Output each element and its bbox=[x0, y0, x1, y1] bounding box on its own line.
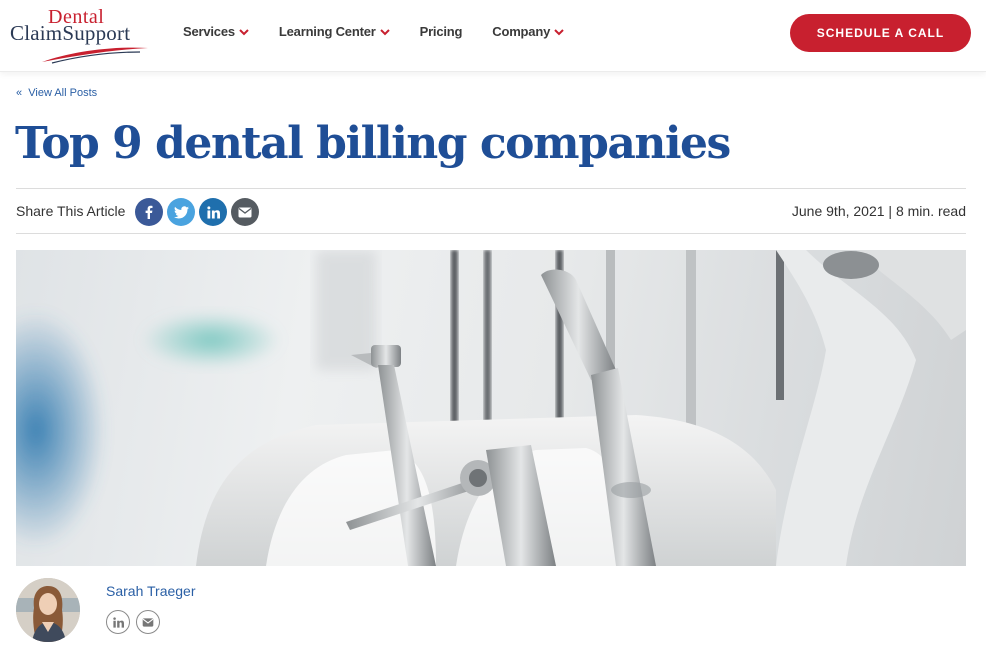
share-icons bbox=[135, 198, 259, 226]
share-label: Share This Article bbox=[16, 203, 126, 219]
back-link-label: View All Posts bbox=[28, 87, 98, 99]
email-icon[interactable] bbox=[231, 198, 259, 226]
view-all-posts-link[interactable]: « View All Posts bbox=[16, 87, 97, 99]
logo-swoosh-icon bbox=[42, 47, 148, 64]
dental-instruments-image bbox=[16, 250, 966, 566]
linkedin-icon[interactable] bbox=[106, 610, 130, 634]
nav-item-label: Services bbox=[183, 24, 235, 39]
read-time: 8 min. read bbox=[895, 203, 966, 219]
hero-image bbox=[16, 250, 966, 566]
logo-main-text: ClaimSupport bbox=[10, 21, 131, 45]
nav-item-label: Pricing bbox=[419, 24, 463, 39]
chevron-down-icon bbox=[554, 28, 564, 35]
meta-separator: | bbox=[888, 203, 896, 219]
author-social-icons bbox=[106, 610, 160, 634]
facebook-icon[interactable] bbox=[135, 198, 163, 226]
author-avatar bbox=[16, 578, 80, 642]
nav-item-label: Company bbox=[492, 24, 551, 39]
author-photo bbox=[16, 578, 80, 642]
publish-date: June 9th, 2021 bbox=[791, 203, 885, 219]
nav-item-learning-center[interactable]: Learning Center bbox=[279, 24, 390, 39]
share-bar: Share This Article June 9th, 2021 | 8 mi… bbox=[16, 188, 966, 234]
nav-item-pricing[interactable]: Pricing bbox=[420, 24, 463, 39]
email-icon[interactable] bbox=[136, 610, 160, 634]
chevron-down-icon bbox=[379, 28, 390, 35]
chevron-down-icon bbox=[239, 28, 249, 35]
author-name[interactable]: Sarah Traeger bbox=[106, 583, 196, 599]
double-chevron-left-icon: « bbox=[16, 87, 26, 99]
schedule-call-button[interactable]: SCHEDULE A CALL bbox=[790, 14, 971, 52]
main-nav: Services Learning Center Pricing Company bbox=[183, 24, 594, 39]
nav-item-services[interactable]: Services bbox=[183, 24, 249, 39]
article-meta: June 9th, 2021 | 8 min. read bbox=[792, 203, 966, 219]
twitter-icon[interactable] bbox=[167, 198, 195, 226]
logo[interactable]: Dental ClaimSupport bbox=[10, 6, 165, 66]
nav-item-label: Learning Center bbox=[278, 24, 376, 39]
nav-item-company[interactable]: Company bbox=[492, 24, 564, 39]
page-title: Top 9 dental billing companies bbox=[15, 118, 731, 169]
site-header: Dental ClaimSupport Services Learning Ce… bbox=[0, 0, 986, 72]
linkedin-icon[interactable] bbox=[199, 198, 227, 226]
